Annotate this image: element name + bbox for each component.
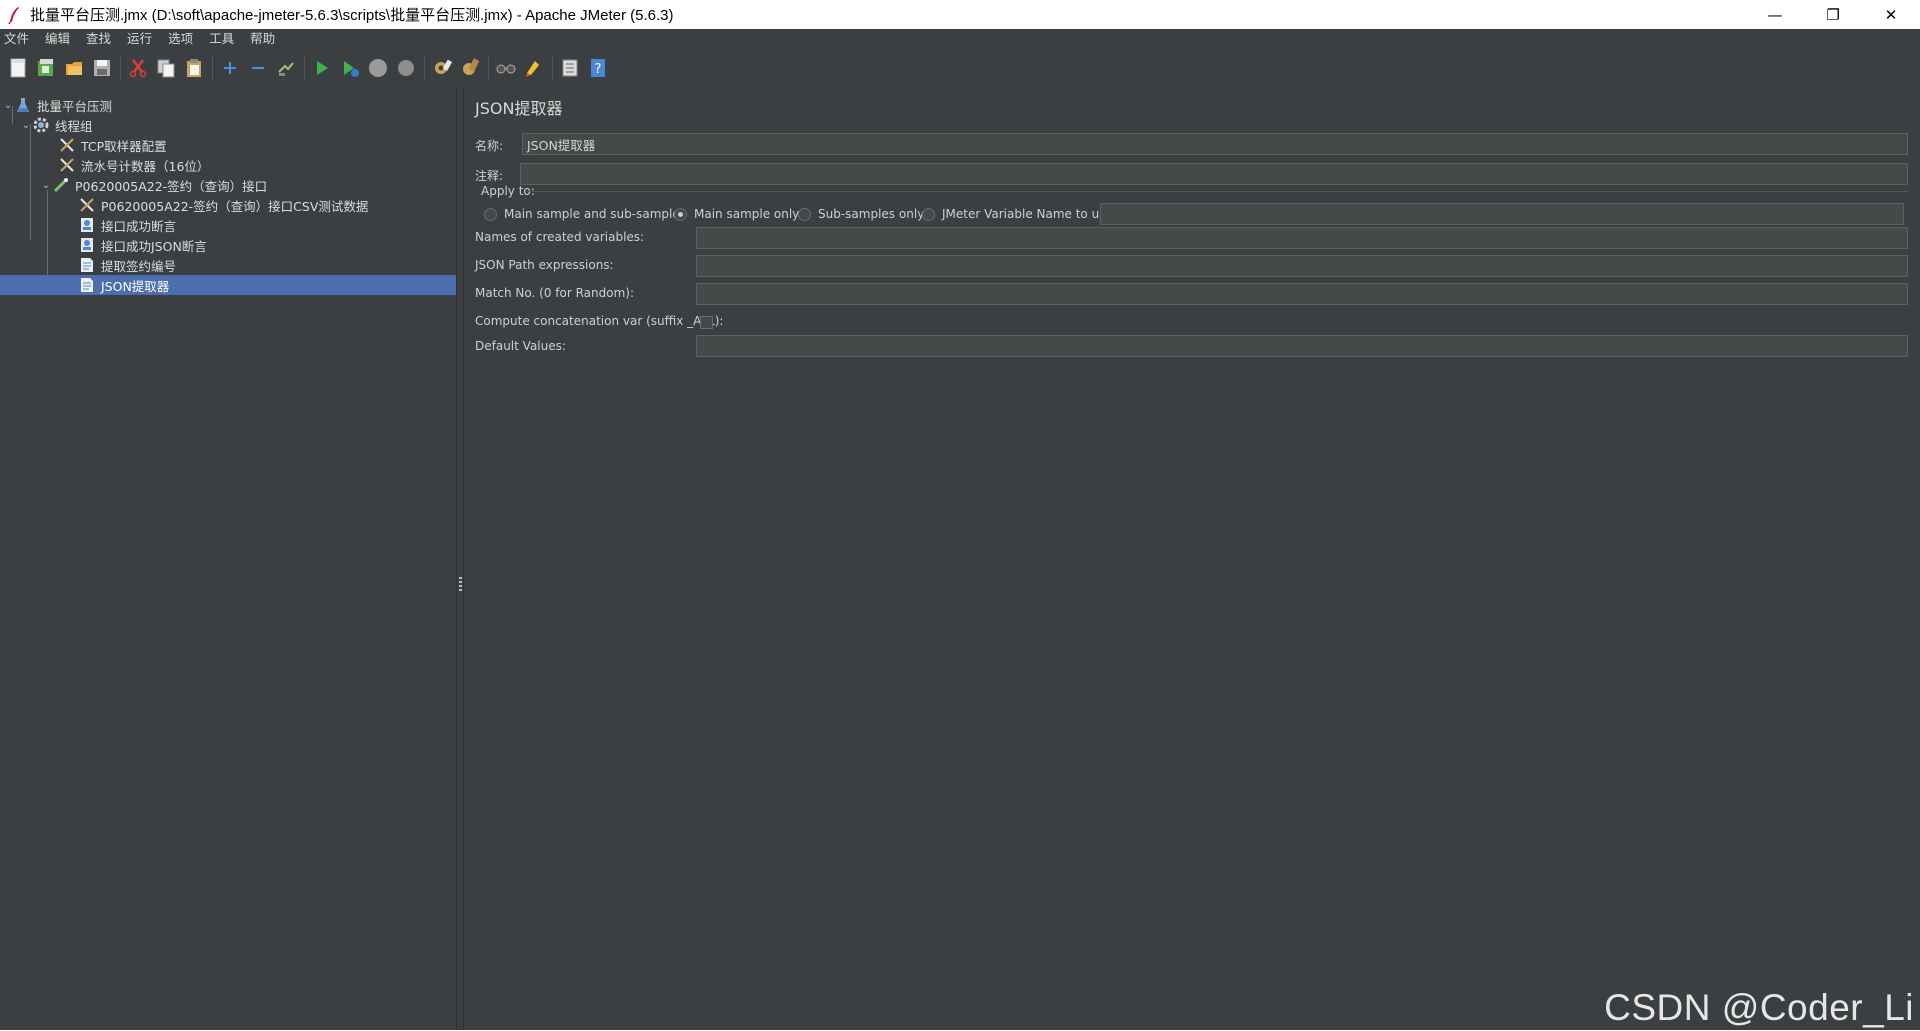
tree-node-test-plan[interactable]: ⌄ 批量平台压测 [0, 95, 456, 115]
chevron-down-icon[interactable]: ⌄ [20, 120, 32, 131]
clear-icon[interactable] [430, 56, 454, 80]
tree-node-json-extractor[interactable]: JSON提取器 [0, 275, 456, 295]
start-icon[interactable] [310, 56, 334, 80]
concat-checkbox[interactable] [700, 316, 713, 329]
menu-file[interactable]: 文件 [0, 29, 35, 49]
chevron-down-icon[interactable]: ⌄ [40, 180, 52, 191]
menu-tools[interactable]: 工具 [205, 29, 240, 49]
json-path-label: JSON Path expressions: [475, 258, 614, 272]
cut-icon[interactable] [126, 56, 150, 80]
comment-input[interactable] [520, 163, 1908, 185]
new-icon[interactable] [6, 56, 30, 80]
tree-node-success-assertion[interactable]: 接口成功断言 [0, 215, 456, 235]
radio-main-only[interactable]: Main sample only [674, 207, 799, 221]
window-title: 批量平台压测.jmx (D:\soft\apache-jmeter-5.6.3\… [30, 7, 674, 24]
minimize-button[interactable]: — [1746, 0, 1804, 29]
thread-group-icon [32, 116, 50, 134]
radio-jmeter-variable[interactable]: JMeter Variable Name to use [922, 207, 1113, 221]
save-icon[interactable] [90, 56, 114, 80]
name-input[interactable]: JSON提取器 [522, 133, 1908, 155]
radio-button[interactable] [798, 207, 811, 221]
radio-sub-only[interactable]: Sub-samples only [798, 207, 924, 221]
expand-icon[interactable] [218, 56, 242, 80]
jmeter-variable-input[interactable] [1100, 203, 1904, 225]
close-button[interactable]: ✕ [1862, 0, 1920, 29]
paste-icon[interactable] [182, 56, 206, 80]
default-values-input[interactable] [696, 335, 1908, 357]
reset-search-icon[interactable] [522, 56, 546, 80]
templates-icon[interactable] [34, 56, 58, 80]
tree-node-tcp-config[interactable]: TCP取样器配置 [0, 135, 456, 155]
radio-button[interactable] [484, 207, 497, 221]
tree-node-json-assertion[interactable]: 接口成功JSON断言 [0, 235, 456, 255]
shutdown-icon[interactable] [394, 56, 418, 80]
stop-icon[interactable] [366, 56, 390, 80]
splitter-grip-icon[interactable] [459, 577, 462, 591]
tree-node-extract-contract[interactable]: 提取签约编号 [0, 255, 456, 275]
test-plan-tree: ⌄ 批量平台压测 ⌄ 线程组 TCP取样器配置 流水号计数器（16位） ⌄ P0… [0, 87, 456, 1031]
tree-node-sampler[interactable]: ⌄ P0620005A22-签约（查询）接口 [0, 175, 456, 195]
copy-icon[interactable] [154, 56, 178, 80]
test-plan-icon [14, 96, 32, 114]
menu-run[interactable]: 运行 [123, 29, 158, 49]
maximize-button[interactable]: ❐ [1804, 0, 1862, 29]
open-icon[interactable] [62, 56, 86, 80]
tree-node-serial-counter[interactable]: 流水号计数器（16位） [0, 155, 456, 175]
name-label: 名称: [475, 139, 504, 153]
config-element-icon [58, 156, 76, 174]
default-values-label: Default Values: [475, 339, 566, 353]
config-element-icon [58, 136, 76, 154]
radio-main-and-sub[interactable]: Main sample and sub-samples [484, 207, 686, 221]
clear-all-icon[interactable] [458, 56, 482, 80]
menu-bar: 文件 编辑 查找 运行 选项 工具 帮助 [0, 29, 1920, 49]
menu-search[interactable]: 查找 [82, 29, 117, 49]
menu-options[interactable]: 选项 [164, 29, 199, 49]
help-icon[interactable]: ? [586, 56, 610, 80]
title-bar: 批量平台压测.jmx (D:\soft\apache-jmeter-5.6.3\… [0, 0, 1920, 29]
variable-names-input[interactable] [696, 227, 1908, 249]
menu-edit[interactable]: 编辑 [41, 29, 76, 49]
comment-label: 注释: [475, 169, 504, 183]
match-no-label: Match No. (0 for Random): [475, 286, 635, 300]
extractor-icon [78, 276, 96, 294]
search-icon[interactable] [494, 56, 518, 80]
json-path-input[interactable] [696, 255, 1908, 277]
sampler-icon [52, 176, 70, 194]
match-no-input[interactable] [696, 283, 1908, 305]
watermark: CSDN @Coder_Li [1604, 987, 1914, 1028]
chevron-down-icon[interactable]: ⌄ [2, 100, 14, 111]
jmeter-feather-icon [6, 6, 22, 24]
assertion-icon [78, 236, 96, 254]
radio-button[interactable] [922, 207, 935, 221]
svg-text:?: ? [595, 62, 602, 77]
config-element-icon [78, 196, 96, 214]
json-extractor-panel: JSON提取器 名称: JSON提取器 注释: Apply to: Main s… [464, 87, 1920, 1031]
toggle-icon[interactable] [274, 56, 298, 80]
jmeter-app: 文件 编辑 查找 运行 选项 工具 帮助 ? ⌄ 批量平台压测 ⌄ 线程组 TC… [0, 29, 1920, 1031]
name-value: JSON提取器 [527, 137, 596, 153]
concat-label: Compute concatenation var (suffix _ALL): [475, 314, 724, 328]
function-helper-icon[interactable] [558, 56, 582, 80]
start-no-pause-icon[interactable] [338, 56, 362, 80]
tree-node-csv-data[interactable]: P0620005A22-签约（查询）接口CSV测试数据 [0, 195, 456, 215]
panel-splitter[interactable] [456, 87, 464, 1031]
variable-names-label: Names of created variables: [475, 230, 645, 244]
toolbar: ? [0, 49, 1920, 87]
menu-help[interactable]: 帮助 [246, 29, 281, 49]
collapse-icon[interactable] [246, 56, 270, 80]
tree-node-thread-group[interactable]: ⌄ 线程组 [0, 115, 456, 135]
panel-title: JSON提取器 [475, 99, 563, 118]
extractor-icon [78, 256, 96, 274]
assertion-icon [78, 216, 96, 234]
radio-button-selected[interactable] [674, 207, 687, 221]
